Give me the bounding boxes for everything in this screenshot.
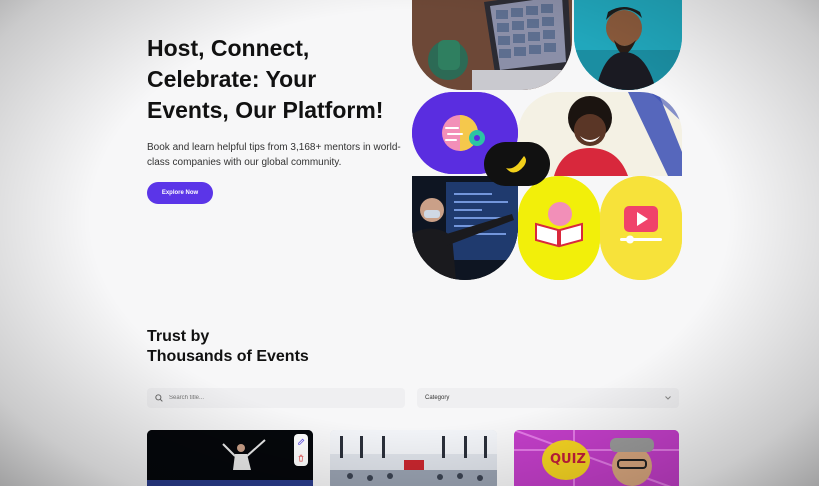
laughing-man-photo	[574, 0, 682, 90]
card-actions	[294, 434, 308, 466]
video-player-tile	[600, 176, 682, 280]
search-bar	[147, 388, 405, 408]
event-card[interactable]	[330, 430, 497, 486]
chevron-down-icon	[665, 396, 671, 400]
section-title: Trust by Thousands of Events	[147, 327, 407, 367]
category-select[interactable]: Category	[417, 388, 679, 408]
search-icon	[155, 394, 163, 402]
quiz-event-poster	[514, 430, 679, 486]
delete-icon[interactable]	[297, 454, 305, 462]
video-call-laptop-photo	[412, 0, 572, 90]
event-card[interactable]	[147, 430, 313, 486]
hero-title: Host, Connect, Celebrate: Your Events, O…	[147, 33, 417, 126]
hero-collage	[412, 0, 682, 285]
quiz-poster-text: QUIZ	[550, 452, 586, 467]
hero-title-line-2: Celebrate: Your	[147, 66, 317, 92]
hero-title-line-3: Events, Our Platform!	[147, 97, 384, 123]
edit-icon[interactable]	[297, 438, 305, 446]
search-input[interactable]	[169, 395, 389, 401]
section-title-line-1: Trust by	[147, 328, 210, 345]
conference-hall-photo	[330, 430, 497, 486]
event-card[interactable]: QUIZ	[514, 430, 679, 486]
category-select-label: Category	[425, 395, 450, 401]
hero-title-line-1: Host, Connect,	[147, 35, 310, 61]
badminton-player-photo	[147, 430, 313, 486]
explore-now-button[interactable]: Explore Now	[147, 182, 213, 204]
brain-book-tile	[518, 176, 600, 280]
hero-subtitle: Book and learn helpful tips from 3,168+ …	[147, 142, 401, 168]
speech-bubble-icon	[484, 142, 550, 186]
student-at-screen-photo	[412, 176, 518, 280]
section-title-line-2: Thousands of Events	[147, 348, 309, 365]
